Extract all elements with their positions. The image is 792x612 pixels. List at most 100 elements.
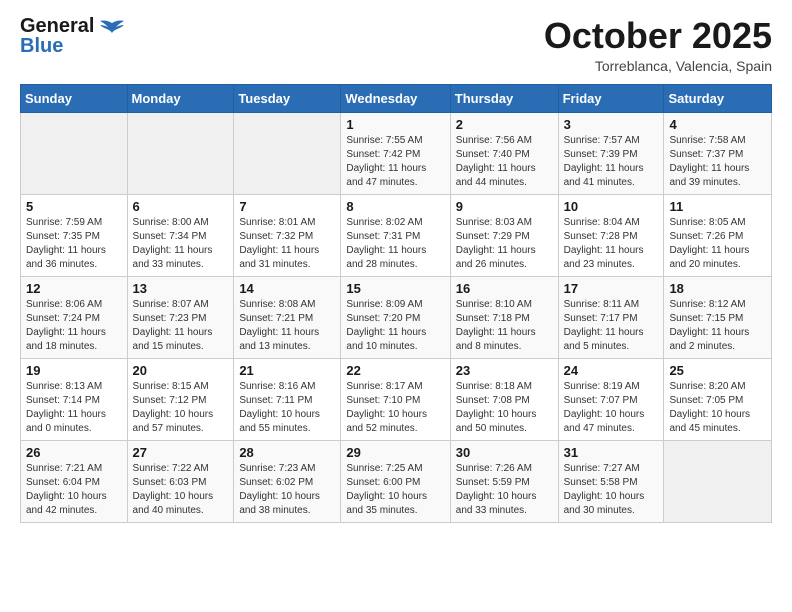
day-number: 3 <box>564 117 659 132</box>
day-info: Sunrise: 7:57 AM Sunset: 7:39 PM Dayligh… <box>564 134 659 190</box>
day-cell <box>21 112 128 194</box>
day-cell: 12 Sunrise: 8:06 AM Sunset: 7:24 PM Dayli… <box>21 276 128 358</box>
day-cell <box>127 112 234 194</box>
day-number: 2 <box>456 117 553 132</box>
day-cell: 11Sunrise: 8:05 AM Sunset: 7:26 PM Dayli… <box>664 194 772 276</box>
day-info: Sunrise: 7:23 AM Sunset: 6:02 PM Dayligh… <box>239 462 335 518</box>
day-info: Sunrise: 8:12 AM Sunset: 7:15 PM Dayligh… <box>669 298 766 354</box>
day-number: 20 <box>133 363 229 378</box>
day-info: Sunrise: 8:20 AM Sunset: 7:05 PM Dayligh… <box>669 380 766 436</box>
day-cell: 7 Sunrise: 8:01 AM Sunset: 7:32 PM Daylig… <box>234 194 341 276</box>
day-info: Sunrise: 8:04 AM Sunset: 7:28 PM Dayligh… <box>564 216 659 272</box>
day-info: Sunrise: 8:06 AM Sunset: 7:24 PM Dayligh… <box>26 298 122 354</box>
day-info: Sunrise: 8:07 AM Sunset: 7:23 PM Dayligh… <box>133 298 229 354</box>
day-number: 19 <box>26 363 122 378</box>
day-number: 29 <box>346 445 444 460</box>
day-info: Sunrise: 8:16 AM Sunset: 7:11 PM Dayligh… <box>239 380 335 436</box>
day-cell: 27 Sunrise: 7:22 AM Sunset: 6:03 PM Dayli… <box>127 440 234 522</box>
day-info: Sunrise: 7:27 AM Sunset: 5:58 PM Dayligh… <box>564 462 659 518</box>
day-number: 24 <box>564 363 659 378</box>
day-cell: 17 Sunrise: 8:11 AM Sunset: 7:17 PM Dayli… <box>558 276 664 358</box>
day-number: 17 <box>564 281 659 296</box>
day-number: 7 <box>239 199 335 214</box>
week-row-3: 12 Sunrise: 8:06 AM Sunset: 7:24 PM Dayli… <box>21 276 772 358</box>
day-number: 22 <box>346 363 444 378</box>
day-number: 1 <box>346 117 444 132</box>
day-info: Sunrise: 8:18 AM Sunset: 7:08 PM Dayligh… <box>456 380 553 436</box>
day-info: Sunrise: 8:02 AM Sunset: 7:31 PM Dayligh… <box>346 216 444 272</box>
day-cell: 9 Sunrise: 8:03 AM Sunset: 7:29 PM Daylig… <box>450 194 558 276</box>
month-title: October 2025 <box>544 16 772 56</box>
day-cell: 2 Sunrise: 7:56 AM Sunset: 7:40 PM Daylig… <box>450 112 558 194</box>
day-number: 14 <box>239 281 335 296</box>
day-cell: 3 Sunrise: 7:57 AM Sunset: 7:39 PM Daylig… <box>558 112 664 194</box>
day-number: 15 <box>346 281 444 296</box>
day-number: 23 <box>456 363 553 378</box>
day-info: Sunrise: 7:25 AM Sunset: 6:00 PM Dayligh… <box>346 462 444 518</box>
day-number: 27 <box>133 445 229 460</box>
day-number: 26 <box>26 445 122 460</box>
day-info: Sunrise: 7:59 AM Sunset: 7:35 PM Dayligh… <box>26 216 122 272</box>
day-cell: 6Sunrise: 8:00 AM Sunset: 7:34 PM Daylig… <box>127 194 234 276</box>
day-cell: 22 Sunrise: 8:17 AM Sunset: 7:10 PM Dayli… <box>341 358 450 440</box>
week-row-1: 1 Sunrise: 7:55 AM Sunset: 7:42 PM Daylig… <box>21 112 772 194</box>
day-info: Sunrise: 8:17 AM Sunset: 7:10 PM Dayligh… <box>346 380 444 436</box>
day-info: Sunrise: 7:22 AM Sunset: 6:03 PM Dayligh… <box>133 462 229 518</box>
day-number: 5 <box>26 199 122 214</box>
logo-blue-text: Blue <box>20 36 94 56</box>
day-cell: 30 Sunrise: 7:26 AM Sunset: 5:59 PM Dayli… <box>450 440 558 522</box>
day-header-tuesday: Tuesday <box>234 84 341 112</box>
day-number: 21 <box>239 363 335 378</box>
location: Torreblanca, Valencia, Spain <box>544 58 772 74</box>
day-cell: 29 Sunrise: 7:25 AM Sunset: 6:00 PM Dayli… <box>341 440 450 522</box>
calendar-header-row: SundayMondayTuesdayWednesdayThursdayFrid… <box>21 84 772 112</box>
day-number: 31 <box>564 445 659 460</box>
day-header-saturday: Saturday <box>664 84 772 112</box>
week-row-2: 5 Sunrise: 7:59 AM Sunset: 7:35 PM Daylig… <box>21 194 772 276</box>
day-cell: 8 Sunrise: 8:02 AM Sunset: 7:31 PM Daylig… <box>341 194 450 276</box>
week-row-5: 26 Sunrise: 7:21 AM Sunset: 6:04 PM Dayli… <box>21 440 772 522</box>
logo: General Blue <box>20 16 126 56</box>
day-info: Sunrise: 8:11 AM Sunset: 7:17 PM Dayligh… <box>564 298 659 354</box>
day-info: Sunrise: 7:58 AM Sunset: 7:37 PM Dayligh… <box>669 134 766 190</box>
day-number: 6 <box>133 199 229 214</box>
day-number: 12 <box>26 281 122 296</box>
day-cell: 14Sunrise: 8:08 AM Sunset: 7:21 PM Dayli… <box>234 276 341 358</box>
day-cell <box>664 440 772 522</box>
day-info: Sunrise: 8:15 AM Sunset: 7:12 PM Dayligh… <box>133 380 229 436</box>
day-header-thursday: Thursday <box>450 84 558 112</box>
day-number: 18 <box>669 281 766 296</box>
day-cell: 26 Sunrise: 7:21 AM Sunset: 6:04 PM Dayli… <box>21 440 128 522</box>
day-number: 11 <box>669 199 766 214</box>
day-number: 8 <box>346 199 444 214</box>
day-info: Sunrise: 7:55 AM Sunset: 7:42 PM Dayligh… <box>346 134 444 190</box>
day-cell: 15Sunrise: 8:09 AM Sunset: 7:20 PM Dayli… <box>341 276 450 358</box>
day-info: Sunrise: 7:56 AM Sunset: 7:40 PM Dayligh… <box>456 134 553 190</box>
day-cell: 24Sunrise: 8:19 AM Sunset: 7:07 PM Dayli… <box>558 358 664 440</box>
day-info: Sunrise: 7:26 AM Sunset: 5:59 PM Dayligh… <box>456 462 553 518</box>
day-cell: 20 Sunrise: 8:15 AM Sunset: 7:12 PM Dayli… <box>127 358 234 440</box>
day-cell: 13 Sunrise: 8:07 AM Sunset: 7:23 PM Dayli… <box>127 276 234 358</box>
day-cell: 4Sunrise: 7:58 AM Sunset: 7:37 PM Daylig… <box>664 112 772 194</box>
day-info: Sunrise: 8:01 AM Sunset: 7:32 PM Dayligh… <box>239 216 335 272</box>
day-cell: 21 Sunrise: 8:16 AM Sunset: 7:11 PM Dayli… <box>234 358 341 440</box>
day-number: 30 <box>456 445 553 460</box>
day-number: 10 <box>564 199 659 214</box>
day-cell: 23 Sunrise: 8:18 AM Sunset: 7:08 PM Dayli… <box>450 358 558 440</box>
day-cell: 28Sunrise: 7:23 AM Sunset: 6:02 PM Dayli… <box>234 440 341 522</box>
day-cell: 18 Sunrise: 8:12 AM Sunset: 7:15 PM Dayli… <box>664 276 772 358</box>
day-info: Sunrise: 7:21 AM Sunset: 6:04 PM Dayligh… <box>26 462 122 518</box>
title-block: October 2025 Torreblanca, Valencia, Spai… <box>544 16 772 74</box>
day-header-monday: Monday <box>127 84 234 112</box>
day-cell: 19Sunrise: 8:13 AM Sunset: 7:14 PM Dayli… <box>21 358 128 440</box>
day-cell: 10 Sunrise: 8:04 AM Sunset: 7:28 PM Dayli… <box>558 194 664 276</box>
day-number: 9 <box>456 199 553 214</box>
day-cell: 1 Sunrise: 7:55 AM Sunset: 7:42 PM Daylig… <box>341 112 450 194</box>
logo-general-text: General <box>20 16 94 36</box>
day-info: Sunrise: 8:03 AM Sunset: 7:29 PM Dayligh… <box>456 216 553 272</box>
day-header-sunday: Sunday <box>21 84 128 112</box>
day-number: 13 <box>133 281 229 296</box>
day-cell: 31 Sunrise: 7:27 AM Sunset: 5:58 PM Dayli… <box>558 440 664 522</box>
day-cell <box>234 112 341 194</box>
day-cell: 25Sunrise: 8:20 AM Sunset: 7:05 PM Dayli… <box>664 358 772 440</box>
